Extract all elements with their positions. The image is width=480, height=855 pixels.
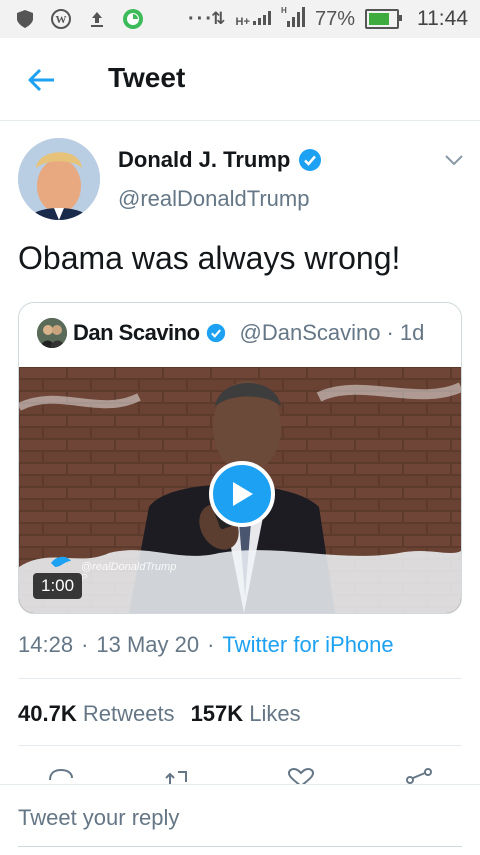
divider <box>18 745 462 746</box>
author-name-text: Donald J. Trump <box>118 147 291 172</box>
verified-icon <box>299 149 322 171</box>
reply-bar: Tweet your reply <box>0 784 480 855</box>
meta-separator-dot: · <box>81 632 89 657</box>
back-arrow-icon[interactable] <box>26 64 58 96</box>
more-notifications-icon: ··· <box>188 7 214 30</box>
quoted-tweet-age: 1d <box>399 320 425 345</box>
tweet-actions <box>0 762 480 784</box>
like-icon[interactable] <box>286 766 316 784</box>
author-handle[interactable]: @realDonaldTrump <box>118 186 309 212</box>
tweet-text: Obama was always wrong! <box>18 240 401 276</box>
shield-icon <box>14 8 36 30</box>
battery-percent: 77% <box>314 7 355 30</box>
quoted-author-name: Dan Scavino <box>73 320 200 345</box>
reply-underline <box>18 846 462 847</box>
video-watermark: @realDonaldTrump <box>81 561 177 573</box>
play-button[interactable] <box>209 461 275 527</box>
quoted-separator-dot: · <box>386 320 394 345</box>
clock: 11:44 <box>417 7 468 30</box>
play-icon <box>233 482 253 506</box>
tweet-date: 13 May 20 <box>96 632 200 657</box>
tweet-meta: 14:28 · 13 May 20 · Twitter for iPhone <box>18 632 394 658</box>
avatar[interactable] <box>18 138 100 220</box>
svg-text:H: H <box>281 6 287 15</box>
likes-count: 157K <box>190 701 244 726</box>
quoted-tweet[interactable]: Dan Scavino @DanScavino · 1d @realDonald… <box>18 302 462 614</box>
svg-text:W: W <box>56 14 67 26</box>
wordpress-icon: W <box>50 8 72 30</box>
timer-app-icon <box>122 8 144 30</box>
likes-label: Likes <box>249 701 301 726</box>
author-name[interactable]: Donald J. Trump <box>118 147 322 173</box>
data-transfer-icon: ⇅ <box>211 9 226 28</box>
retweets-label: Retweets <box>82 701 175 726</box>
share-icon[interactable] <box>404 766 434 784</box>
retweets-stat[interactable]: 40.7K Retweets <box>18 701 175 727</box>
status-bar: W ··· ⇅ H+ H 77% 11:44 <box>0 0 480 38</box>
page-title: Tweet <box>108 62 186 93</box>
tweet-source[interactable]: Twitter for iPhone <box>222 632 393 658</box>
retweet-icon[interactable] <box>162 766 192 784</box>
tweet-stats: 40.7K Retweets 157K Likes <box>18 701 301 727</box>
likes-stat[interactable]: 157K Likes <box>191 701 301 727</box>
upload-icon <box>86 8 108 30</box>
meta-separator-dot: · <box>207 632 215 657</box>
reply-input[interactable]: Tweet your reply <box>18 805 179 831</box>
divider <box>18 678 462 679</box>
retweets-count: 40.7K <box>18 701 77 726</box>
verified-icon <box>206 323 225 343</box>
reply-icon[interactable] <box>46 766 76 784</box>
app-header: Tweet <box>0 38 480 121</box>
quoted-avatar[interactable] <box>37 318 67 348</box>
video-duration: 1:00 <box>33 573 83 599</box>
signal-2-icon: H <box>281 5 305 33</box>
tweet-time: 14:28 <box>18 632 74 657</box>
video-player[interactable]: @realDonaldTrump P 1:00 <box>19 367 461 613</box>
quoted-tweet-header: Dan Scavino @DanScavino · 1d <box>37 318 424 348</box>
chevron-down-icon[interactable] <box>442 150 466 170</box>
quoted-author-handle: @DanScavino <box>239 320 381 345</box>
battery-icon <box>365 9 402 29</box>
signal-1-icon: H+ <box>236 11 271 28</box>
